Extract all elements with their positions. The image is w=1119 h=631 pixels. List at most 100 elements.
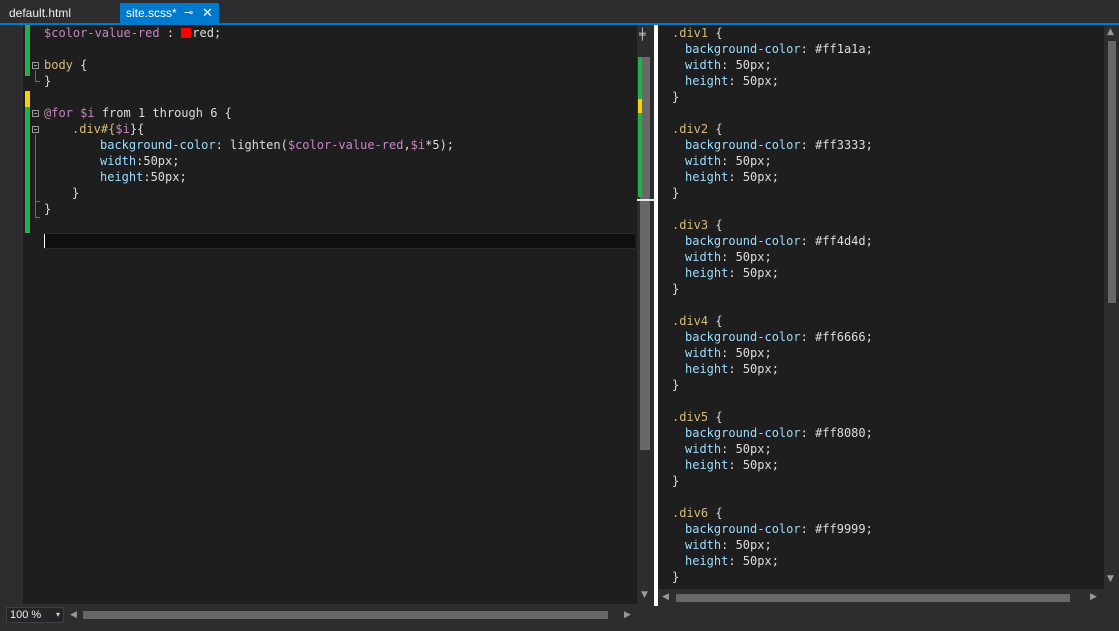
tab-label: site.scss* (126, 6, 177, 20)
outline-guide-end (35, 81, 40, 82)
code-line-div-selector: .div#{$i}{ (72, 121, 144, 137)
scss-vertical-scrollbar[interactable]: ╪ ▼ (637, 25, 654, 604)
code-line-variable: $color-value-red : red; (44, 25, 221, 41)
brace: } (44, 202, 52, 216)
property-value: :50px; (136, 154, 180, 168)
css-rule-close: } (672, 90, 680, 104)
css-value: #ff4d4d; (815, 234, 873, 248)
zoom-dropdown[interactable]: 100 % ▾ (6, 607, 64, 623)
css-rule-open: .div4 { (672, 314, 723, 328)
code-line-height: height:50px; (100, 169, 187, 185)
scroll-right-icon[interactable]: ▶ (624, 610, 631, 620)
unsaved-change-marker (638, 99, 642, 113)
selector: .div#{ (72, 122, 116, 136)
css-rule-open: .div2 { (672, 122, 723, 136)
function-arg-variable: $color-value-red (287, 138, 404, 152)
css-value: #ff8080; (815, 426, 873, 440)
css-rule-open: .div3 { (672, 218, 723, 232)
scrollbar-thumb[interactable] (83, 611, 608, 619)
scss-bottom-bar: 100 % ▾ ◀ ▶ (0, 604, 654, 631)
css-value: #ff9999; (815, 522, 873, 536)
css-declaration: width: 50px; (685, 538, 772, 552)
css-rule-close: } (672, 282, 680, 296)
css-value: 50px; (735, 442, 772, 456)
selector-close: }{ (129, 122, 145, 136)
collapse-icon[interactable] (32, 126, 39, 133)
separator: : (159, 26, 182, 40)
scss-variable: $color-value-red (44, 26, 160, 40)
css-declaration: height: 50px; (685, 266, 779, 280)
scroll-down-icon[interactable]: ▼ (1107, 574, 1114, 584)
collapse-icon[interactable] (32, 110, 39, 117)
css-selector: .div2 (672, 122, 709, 136)
brace: } (44, 74, 52, 88)
splitter-icon[interactable]: ╪ (639, 28, 646, 41)
css-value: 50px; (742, 74, 779, 88)
css-declaration: width: 50px; (685, 250, 772, 264)
css-declaration: width: 50px; (685, 442, 772, 456)
scroll-up-icon[interactable]: ▲ (1107, 27, 1114, 37)
tab-default-html[interactable]: default.html (0, 3, 120, 23)
selector: body (44, 58, 73, 72)
css-vertical-scrollbar[interactable]: ▲ ▼ (1104, 25, 1119, 589)
function-rest: *5); (425, 138, 455, 152)
code-line-width: width:50px; (100, 153, 179, 169)
css-value: 50px; (735, 346, 772, 360)
change-marker (638, 113, 642, 197)
css-value: 50px; (742, 170, 779, 184)
css-declaration: height: 50px; (685, 170, 779, 184)
close-icon[interactable]: ✕ (202, 3, 213, 23)
scroll-left-icon[interactable]: ◀ (70, 610, 77, 620)
change-bar-unsaved (25, 91, 30, 107)
pin-icon[interactable]: ⊸ (184, 3, 193, 23)
css-declaration: width: 50px; (685, 58, 772, 72)
property: width (100, 154, 137, 168)
scroll-left-icon[interactable]: ◀ (662, 592, 669, 602)
outline-guide-end (35, 217, 40, 218)
css-value: 50px; (735, 154, 772, 168)
code-line-outer-close: } (44, 201, 51, 217)
css-output-pane[interactable]: .div1 { background-color: #ff1a1a; width… (658, 25, 1104, 589)
property-value: :50px; (143, 170, 187, 184)
scroll-right-icon[interactable]: ▶ (1090, 592, 1097, 602)
css-value: 50px; (735, 58, 772, 72)
css-declaration: background-color: #ff1a1a; (685, 42, 873, 56)
text-caret (44, 234, 45, 248)
css-value: 50px; (735, 538, 772, 552)
scroll-down-icon[interactable]: ▼ (641, 590, 648, 600)
collapse-icon[interactable] (32, 62, 39, 69)
css-value: #ff3333; (815, 138, 873, 152)
for-range: from 1 through 6 { (94, 106, 232, 120)
code-line-for: @for $i from 1 through 6 { (44, 105, 232, 121)
caret-position-marker (637, 199, 654, 201)
function-arg-loop-variable: $i (410, 138, 426, 152)
css-rule-close: } (672, 570, 680, 584)
color-swatch-icon (181, 28, 192, 38)
css-selector: .div1 (672, 26, 709, 40)
brace: { (72, 58, 88, 72)
css-value: #ff6666; (815, 330, 873, 344)
variable-value: red; (192, 26, 222, 40)
for-keyword: @for (44, 106, 73, 120)
comma: , (403, 138, 411, 152)
scrollbar-thumb[interactable] (676, 594, 1070, 602)
tab-site-scss[interactable]: site.scss* ⊸ ✕ (120, 3, 219, 23)
loop-variable: $i (80, 106, 95, 120)
css-declaration: height: 50px; (685, 74, 779, 88)
change-bar-saved (25, 107, 30, 233)
css-declaration: background-color: #ff3333; (685, 138, 873, 152)
indicator-margin (0, 25, 23, 604)
document-tab-bar: default.html site.scss* ⊸ ✕ (0, 0, 1119, 23)
css-rule-close: } (672, 186, 680, 200)
css-value: 50px; (742, 554, 779, 568)
css-horizontal-scrollbar[interactable]: ◀ ▶ (658, 589, 1119, 606)
code-line-body-close: } (44, 73, 51, 89)
css-value: 50px; (742, 458, 779, 472)
css-rule-close: } (672, 378, 680, 392)
outline-guide (35, 70, 36, 81)
function: : lighten( (215, 138, 288, 152)
scss-editor[interactable]: $color-value-red : red; body { } @for $i… (0, 25, 637, 604)
scrollbar-thumb[interactable] (1108, 41, 1116, 303)
code-line-background: background-color: lighten($color-value-r… (100, 137, 454, 153)
css-declaration: background-color: #ff8080; (685, 426, 873, 440)
